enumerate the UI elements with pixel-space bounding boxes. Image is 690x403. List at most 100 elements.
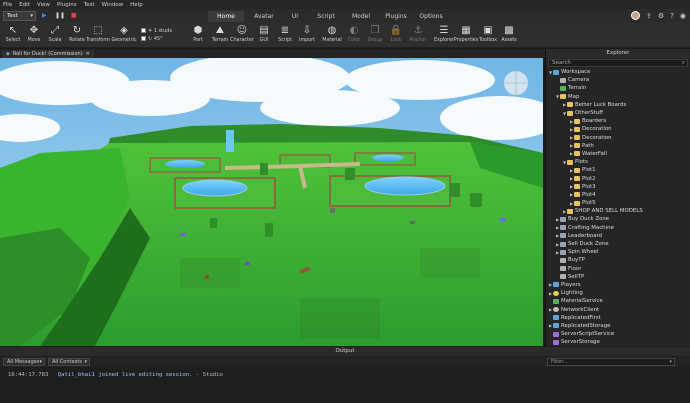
menu-window[interactable]: Window — [101, 2, 123, 8]
tree-item[interactable]: ▶ Players — [546, 281, 690, 289]
tree-item[interactable]: Terrain — [546, 84, 690, 92]
character-tool-button[interactable]: ☺ Character — [230, 25, 254, 43]
tree-item[interactable]: ▶ Plot3 — [546, 183, 690, 191]
tree-item[interactable]: ServerScriptService — [546, 330, 690, 338]
tab-avatar[interactable]: Avatar — [248, 11, 280, 22]
menu-help[interactable]: Help — [130, 2, 143, 8]
scale-tool-button[interactable]: ⤢ Scale — [43, 25, 67, 43]
tree-item[interactable]: ▶ WaterFall — [546, 150, 690, 158]
messages-filter-dropdown[interactable]: All Messages ▾ — [3, 358, 45, 366]
tree-item-label: Plots — [575, 159, 588, 166]
assets-tool-button[interactable]: ▩ Assets — [497, 25, 521, 43]
folder-object-icon — [574, 135, 580, 141]
import-tool-button[interactable]: ⇩ Import — [295, 25, 319, 43]
rotate-snap-value[interactable]: 45° — [154, 36, 163, 42]
tree-item[interactable]: ▶ Buy Duck Zone — [546, 215, 690, 223]
tree-item[interactable]: ▶ ReplicatedStorage — [546, 322, 690, 330]
tree-item[interactable]: ▶ Path — [546, 142, 690, 150]
tab-script[interactable]: Script — [311, 11, 341, 22]
tree-item[interactable]: ▶ Crafting Machine — [546, 224, 690, 232]
avatar[interactable] — [631, 11, 641, 20]
viewport-scene — [0, 58, 543, 346]
close-icon[interactable]: ✕ — [86, 51, 90, 57]
folder-object-icon — [567, 110, 573, 116]
move-icon: ✥ — [29, 25, 39, 36]
document-tab[interactable]: ◆ Roll for Duck! (Commission) ✕ — [2, 50, 94, 58]
view-cube[interactable] — [504, 71, 528, 95]
tree-item[interactable]: ▶ Plot2 — [546, 174, 690, 182]
gear-icon[interactable]: ⚙ — [658, 12, 664, 20]
output-filter-input[interactable]: Filter... ▾ — [547, 358, 675, 366]
log-message: Qatil_bhai1 joined live editing session. — [57, 372, 193, 378]
explorer-search-input[interactable]: Search ⌕ — [548, 59, 688, 67]
folder-object-icon — [574, 192, 580, 198]
tree-item[interactable]: ▼ Plots — [546, 158, 690, 166]
tree-item[interactable]: SellTP — [546, 273, 690, 281]
place-icon: ◆ — [6, 51, 10, 57]
tab-ui[interactable]: UI — [284, 11, 306, 22]
menu-test[interactable]: Test — [84, 2, 95, 8]
tree-item[interactable]: Floor — [546, 265, 690, 273]
tree-item[interactable]: ▶ Lighting — [546, 289, 690, 297]
share-icon[interactable]: ⇪ — [646, 12, 652, 20]
tree-item[interactable]: ServerStorage — [546, 338, 690, 346]
tree-item[interactable]: ▶ NetworkClient — [546, 305, 690, 313]
pause-icon[interactable]: ❚❚ — [55, 12, 65, 19]
part-tool-button[interactable]: ⬢ Part — [186, 25, 210, 43]
tree-item[interactable]: ▼ Map — [546, 93, 690, 101]
blue-object-icon — [553, 69, 559, 75]
tree-item[interactable]: ▶ Better Luck Boards — [546, 101, 690, 109]
tree-item[interactable]: ▶ Sell Duck Zone — [546, 240, 690, 248]
tree-item-label: SellTP — [568, 273, 585, 280]
tree-item[interactable]: Camera — [546, 76, 690, 84]
play-icon[interactable]: ▶ — [42, 12, 47, 19]
contexts-filter-dropdown[interactable]: All Contexts ▾ — [48, 358, 90, 366]
explorer-tool-button[interactable]: ☰ Explorer — [432, 25, 456, 43]
tree-item[interactable]: ▶ Decoration — [546, 134, 690, 142]
tab-model[interactable]: Model — [346, 11, 376, 22]
profile-icon[interactable]: ◉ — [680, 12, 686, 20]
properties-tool-button[interactable]: ▦ Properties — [454, 25, 478, 43]
tree-item[interactable]: BuyTP — [546, 256, 690, 264]
tab-home[interactable]: Home — [208, 11, 244, 22]
menu-file[interactable]: File — [3, 2, 12, 8]
tree-item[interactable]: MaterialService — [546, 297, 690, 305]
transform-icon: ⬚ — [93, 25, 103, 36]
tree-item[interactable]: ▶ Decoration — [546, 125, 690, 133]
tab-plugins[interactable]: Plugins — [380, 11, 412, 22]
terrain-tool-button[interactable]: ⛰ Terrain — [208, 25, 232, 43]
stop-icon[interactable]: ■ — [71, 12, 77, 19]
lock-tool-button[interactable]: 🔒 Lock — [384, 25, 408, 43]
anchor-tool-button[interactable]: ⚓ Anchor — [406, 25, 430, 43]
viewport[interactable] — [0, 58, 543, 346]
tree-item[interactable]: ReplicatedFirst — [546, 314, 690, 322]
geometric-tool-button[interactable]: ◈ Geometric — [111, 25, 137, 43]
material-tool-button[interactable]: ◍ Material — [320, 25, 344, 43]
tree-item[interactable]: ▶ Plot5 — [546, 199, 690, 207]
menu-edit[interactable]: Edit — [19, 2, 30, 8]
tree-item[interactable]: ▼ Workspace — [546, 68, 690, 76]
script-tool-button[interactable]: ≣ Script — [273, 25, 297, 43]
tree-item[interactable]: ▼ OtherStuff — [546, 109, 690, 117]
tree-item-label: SHOP AND SELL MODELS — [575, 208, 643, 215]
tool-label: Geometric — [111, 38, 137, 43]
move-snap-checkbox[interactable] — [141, 36, 146, 41]
log-time: 16:44:17.783 — [8, 372, 49, 378]
tree-item-label: BuyTP — [568, 257, 585, 264]
place-select[interactable]: Test ▾ — [3, 11, 36, 21]
transform-tool-button[interactable]: ⬚ Transform — [86, 25, 110, 43]
tree-item[interactable]: ▶ SHOP AND SELL MODELS — [546, 207, 690, 215]
tree-item[interactable]: ▶ Plot1 — [546, 166, 690, 174]
top-right-controls: ⇪ ⚙ ? ◉ — [631, 11, 686, 20]
move-snap-value[interactable]: 1 studs — [154, 28, 172, 34]
menu-plugins[interactable]: Plugins — [57, 2, 77, 8]
tab-options[interactable]: Options — [415, 11, 447, 22]
menu-view[interactable]: View — [37, 2, 50, 8]
tree-item[interactable]: ▶ Leaderboard — [546, 232, 690, 240]
tree-item[interactable]: ▶ Plot4 — [546, 191, 690, 199]
tree-item[interactable]: ▶ Boarders — [546, 117, 690, 125]
explorer-title: Explorer — [546, 49, 690, 58]
rotate-snap-checkbox[interactable] — [141, 28, 146, 33]
tree-item[interactable]: ▶ Spin Wheel — [546, 248, 690, 256]
help-icon[interactable]: ? — [670, 12, 674, 20]
